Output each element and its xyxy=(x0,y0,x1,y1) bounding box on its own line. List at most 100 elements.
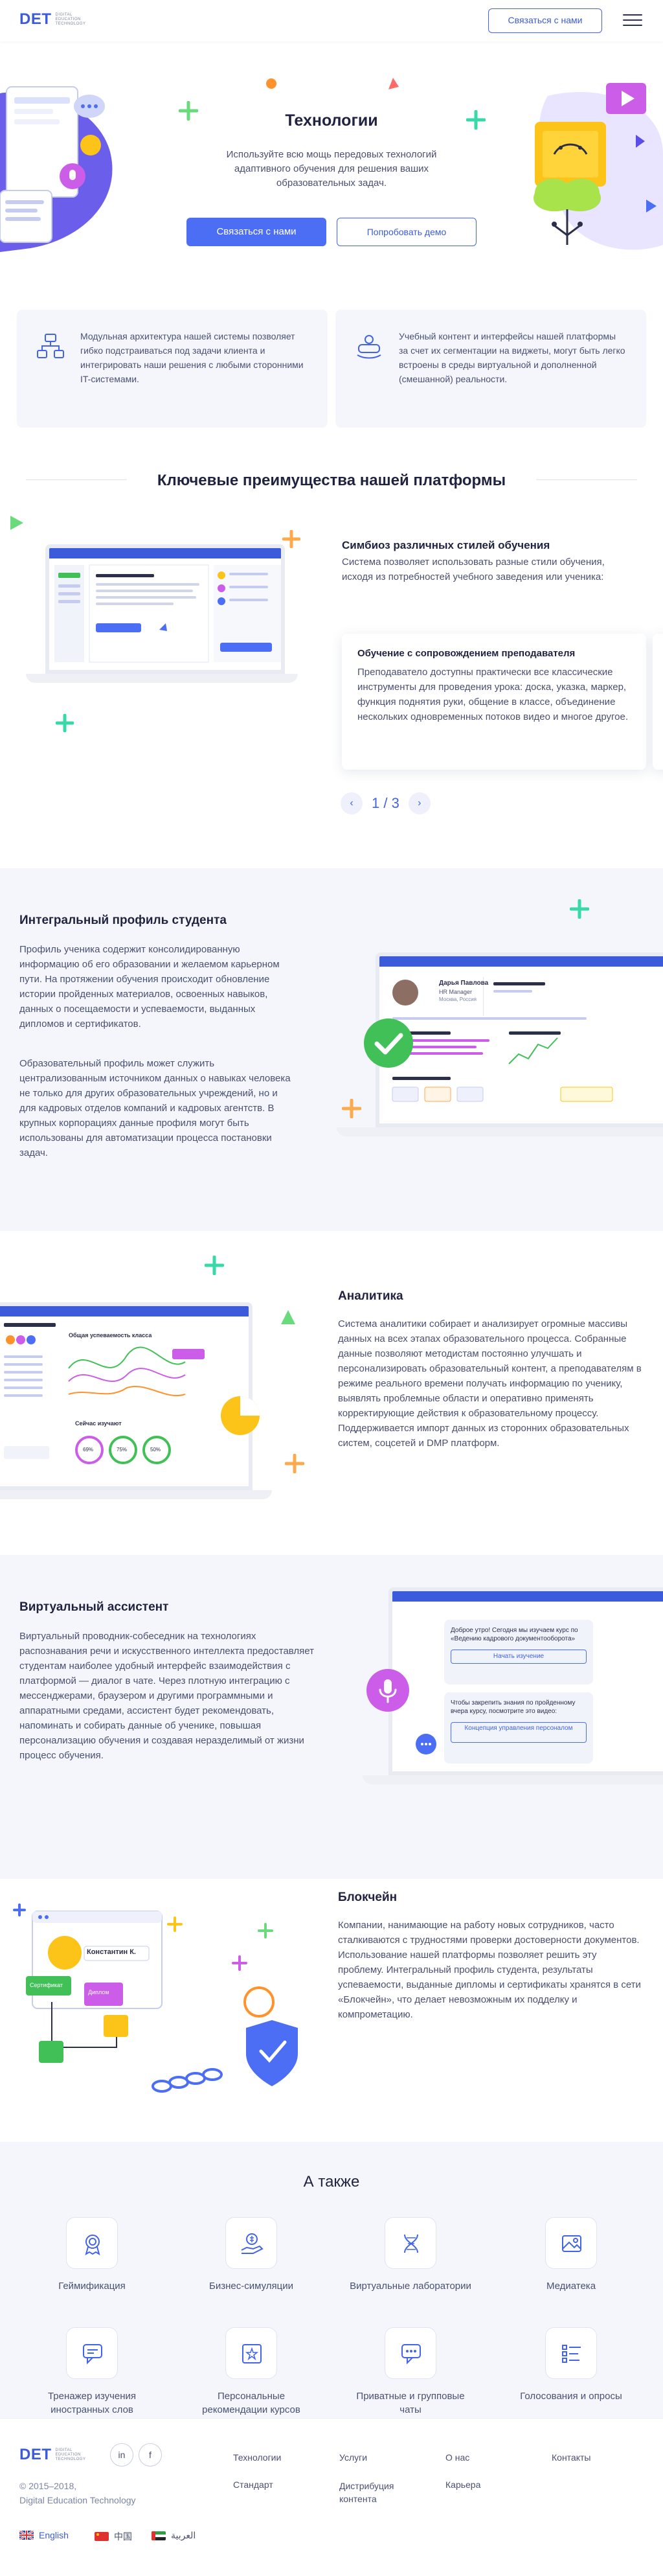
header-contact-button[interactable]: Связаться с нами xyxy=(488,8,602,33)
footer-link-technologies[interactable]: Технологии xyxy=(233,2452,281,2463)
lang-label: العربية xyxy=(171,2530,196,2540)
also-title: А также xyxy=(303,2173,360,2191)
profile-text-2: Образовательный профиль может служить це… xyxy=(19,1058,291,1158)
profile-mock-name: Дарья Павлова xyxy=(439,980,489,987)
profile-text-1: Профиль ученика содержит консолидированн… xyxy=(19,944,280,1029)
virtual-labs-tile[interactable] xyxy=(385,2217,436,2269)
footer-link-contacts[interactable]: Контакты xyxy=(552,2452,590,2463)
assistant-chat-icon xyxy=(416,1734,436,1754)
blockchain-text: Компании, нанимающие на работу новых сот… xyxy=(338,1920,641,2020)
carousel-next-button[interactable]: › xyxy=(408,792,431,814)
also-label: Голосования и опросы xyxy=(520,2391,622,2402)
footer-link-standard[interactable]: Стандарт xyxy=(233,2479,273,2490)
copyright: © 2015–2018, xyxy=(19,2481,77,2491)
hero-contact-button[interactable]: Связаться с нами xyxy=(186,218,326,246)
gamification-tile[interactable] xyxy=(66,2217,118,2269)
logo[interactable]: DET DIGITAL EDUCATION TECHNOLOGY xyxy=(19,10,86,29)
vr-headset-icon xyxy=(357,335,381,359)
hero-section: Технологии Используйте всю мощь передовы… xyxy=(0,41,663,288)
medal-icon xyxy=(85,2235,100,2255)
chat-message: Доброе утро! Сегодня мы изучаем курс по … xyxy=(451,1627,578,1642)
footer-link-about[interactable]: О нас xyxy=(445,2452,469,2463)
symbiosis-title: Симбиоз различных стилей обучения xyxy=(342,539,550,551)
assistant-section: Виртуальный ассистент Виртуальный провод… xyxy=(0,1555,663,1879)
deco-triangle-green xyxy=(10,516,23,530)
logo-subtitle: DIGITAL EDUCATION TECHNOLOGY xyxy=(55,12,86,26)
assistant-title: Виртуальный ассистент xyxy=(19,1600,169,1614)
dna-icon xyxy=(404,2234,418,2253)
video-link-button[interactable]: Концепция управления персоналом xyxy=(451,1722,587,1743)
recommend-icon xyxy=(242,2344,262,2363)
linkedin-icon[interactable]: in xyxy=(110,2443,133,2467)
footer-link-distribution[interactable]: Дистрибуция контента xyxy=(339,2479,423,2505)
feature-text: Учебный контент и интерфейсы нашей платф… xyxy=(399,331,625,384)
chat-icon xyxy=(401,2344,421,2365)
laptop-base xyxy=(363,1775,663,1784)
deco-plus-teal xyxy=(570,899,589,919)
deco-plus-teal xyxy=(56,714,74,732)
blockchain-diploma-label: Диплом xyxy=(88,1989,109,1995)
also-label: Медиатека xyxy=(546,2281,596,2292)
symbiosis-text: Система позволяет использовать разные ст… xyxy=(342,557,605,582)
logo-subtitle: DIGITAL EDUCATION TECHNOLOGY xyxy=(55,2448,86,2461)
lang-label: English xyxy=(39,2530,69,2540)
blockchain-person-name: Константин К. xyxy=(87,1948,136,1956)
polls-tile[interactable] xyxy=(545,2327,597,2379)
analytics-mock-percent: 75% xyxy=(117,1447,128,1453)
hero-demo-button[interactable]: Попробовать демо xyxy=(337,218,477,246)
hero-title: Технологии xyxy=(285,111,378,130)
microphone-icon xyxy=(366,1669,409,1712)
architecture-icon xyxy=(37,334,64,358)
language-trainer-tile[interactable] xyxy=(66,2327,118,2379)
analytics-mock-percent: 50% xyxy=(150,1447,161,1453)
footer-logo[interactable]: DET DIGITAL EDUCATION TECHNOLOGY xyxy=(19,2446,86,2464)
footer-link-career[interactable]: Карьера xyxy=(445,2479,480,2490)
next-style-card-peek xyxy=(653,634,663,770)
recommendations-tile[interactable] xyxy=(225,2327,277,2379)
chat-bubble: Чтобы закрепить знания по пройденному вч… xyxy=(444,1692,593,1764)
lang-arabic[interactable]: العربية xyxy=(152,2530,196,2541)
analytics-mock-content xyxy=(4,1323,205,1464)
lang-english[interactable]: English xyxy=(19,2530,69,2540)
carousel-prev-button[interactable]: ‹ xyxy=(341,792,363,814)
analytics-mock-percent: 69% xyxy=(83,1447,94,1453)
lang-label: 中国 xyxy=(114,2531,132,2542)
speech-icon xyxy=(83,2344,102,2365)
chat-bubble: Доброе утро! Сегодня мы изучаем курс по … xyxy=(444,1620,593,1685)
analytics-mock-chart-title: Общая успеваемость класса xyxy=(69,1332,152,1339)
media-library-tile[interactable] xyxy=(545,2217,597,2269)
page: DET DIGITAL EDUCATION TECHNOLOGY Связать… xyxy=(0,0,663,2576)
profile-mock-city: Москва, Россия xyxy=(439,996,477,1002)
hero-left-illustration xyxy=(0,86,113,252)
facebook-icon[interactable]: f xyxy=(139,2443,162,2467)
also-label: Геймификация xyxy=(58,2281,126,2292)
advantages-title: Ключевые преимущества нашей платформы xyxy=(157,472,506,489)
start-course-button[interactable]: Начать изучение xyxy=(451,1650,587,1664)
app-bar xyxy=(379,956,663,967)
laptop-mockup-lesson xyxy=(26,544,298,693)
learning-style-title: Обучение с сопровождением преподавателя xyxy=(357,648,576,659)
site-footer: DET DIGITAL EDUCATION TECHNOLOGY in f © … xyxy=(0,2418,663,2576)
lang-chinese[interactable]: 中国 xyxy=(95,2530,132,2543)
laptop-base xyxy=(337,1127,663,1136)
app-bar xyxy=(392,1591,663,1602)
also-label: Виртуальные лаборатории xyxy=(350,2281,471,2292)
business-sim-tile[interactable] xyxy=(225,2217,277,2269)
profile-section: Интегральный профиль студента Профиль уч… xyxy=(0,868,663,1231)
blockchain-title: Блокчейн xyxy=(338,1891,398,1904)
footer-link-services[interactable]: Услуги xyxy=(339,2452,367,2463)
laptop-screen xyxy=(45,544,285,674)
symbiosis-block: Симбиоз различных стилей обучения Систем… xyxy=(342,539,620,584)
also-label: Приватные и групповые чаты xyxy=(356,2391,465,2415)
chats-tile[interactable] xyxy=(385,2327,436,2379)
menu-icon[interactable] xyxy=(623,12,642,29)
learning-style-card: Обучение с сопровождением преподавателя … xyxy=(342,634,646,770)
hero-right-illustration xyxy=(534,83,663,250)
uk-flag-icon xyxy=(19,2531,34,2540)
also-label: Бизнес-симуляции xyxy=(209,2281,293,2292)
carousel-counter: 1 / 3 xyxy=(372,795,399,811)
laptop-mockup-assistant: Доброе утро! Сегодня мы изучаем курс по … xyxy=(363,1587,663,1795)
blockchain-illustration xyxy=(13,1903,298,2093)
carousel-pager: ‹ 1 / 3 › xyxy=(341,792,431,815)
hero-text: Используйте всю мощь передовых технологи… xyxy=(226,149,437,189)
